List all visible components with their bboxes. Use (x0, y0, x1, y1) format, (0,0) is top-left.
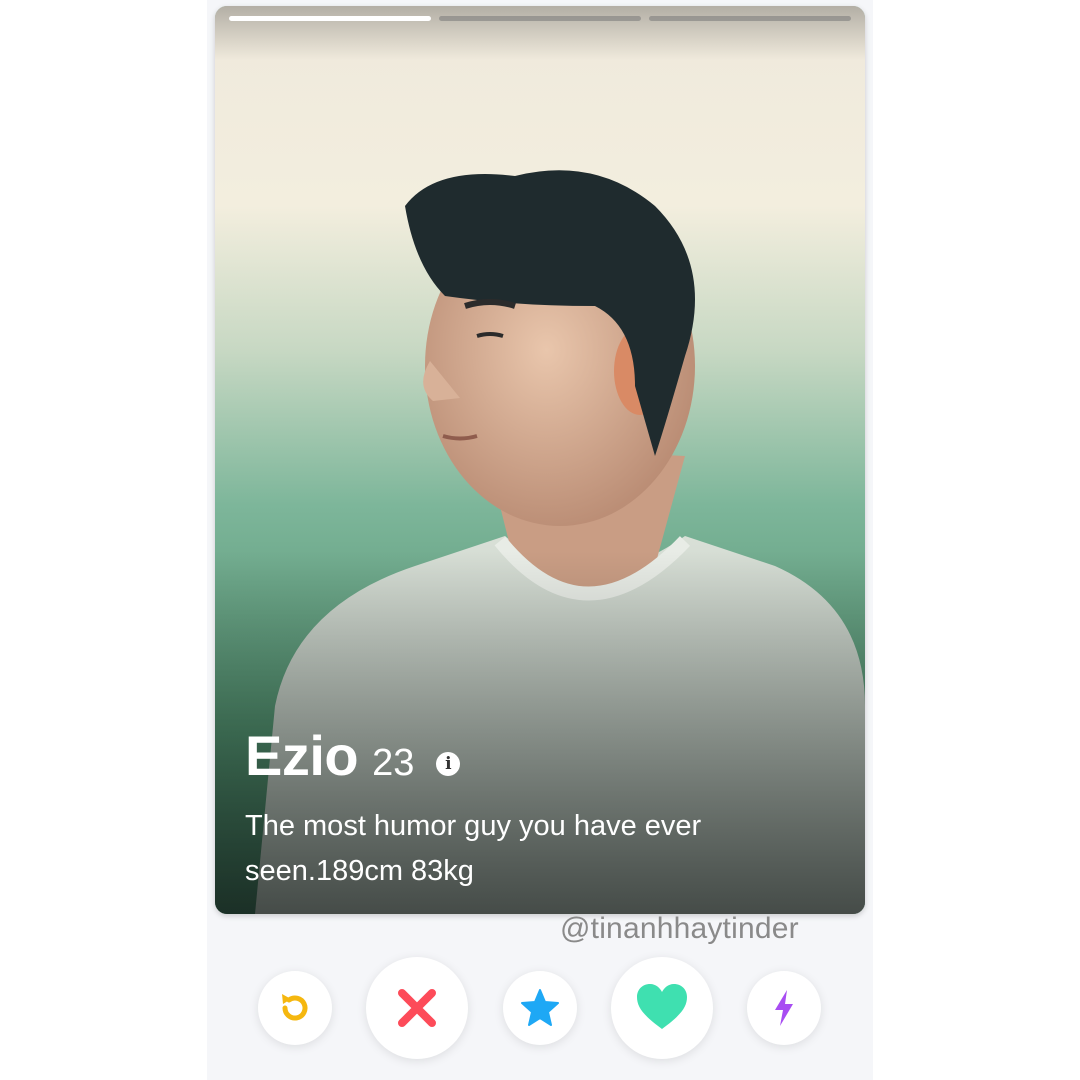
like-button[interactable] (611, 957, 713, 1059)
rewind-icon (282, 994, 308, 1021)
super-like-button[interactable] (503, 971, 577, 1045)
star-icon (521, 989, 559, 1026)
photo-progress-segment-2[interactable] (439, 16, 641, 21)
profile-age: 23 (372, 742, 415, 784)
boost-button[interactable] (747, 971, 821, 1045)
name-age-row: Ezio 23 i (245, 723, 805, 788)
photo-progress-segment-1[interactable] (229, 16, 431, 21)
info-icon[interactable]: i (436, 752, 461, 776)
profile-info: Ezio 23 i The most humor guy you have ev… (245, 723, 805, 894)
rewind-button[interactable] (258, 971, 332, 1045)
profile-bio: The most humor guy you have ever seen.18… (245, 810, 702, 887)
profile-name: Ezio (245, 724, 359, 787)
profile-card[interactable]: Ezio 23 i The most humor guy you have ev… (215, 6, 865, 914)
heart-icon (637, 984, 687, 1029)
action-bar (0, 955, 1080, 1065)
watermark: @tinanhhaytinder (560, 912, 799, 945)
close-icon (398, 989, 436, 1027)
photo-progress-indicator (229, 16, 851, 22)
nope-button[interactable] (366, 957, 468, 1059)
photo-progress-segment-3[interactable] (649, 16, 851, 21)
lightning-icon (775, 990, 793, 1026)
